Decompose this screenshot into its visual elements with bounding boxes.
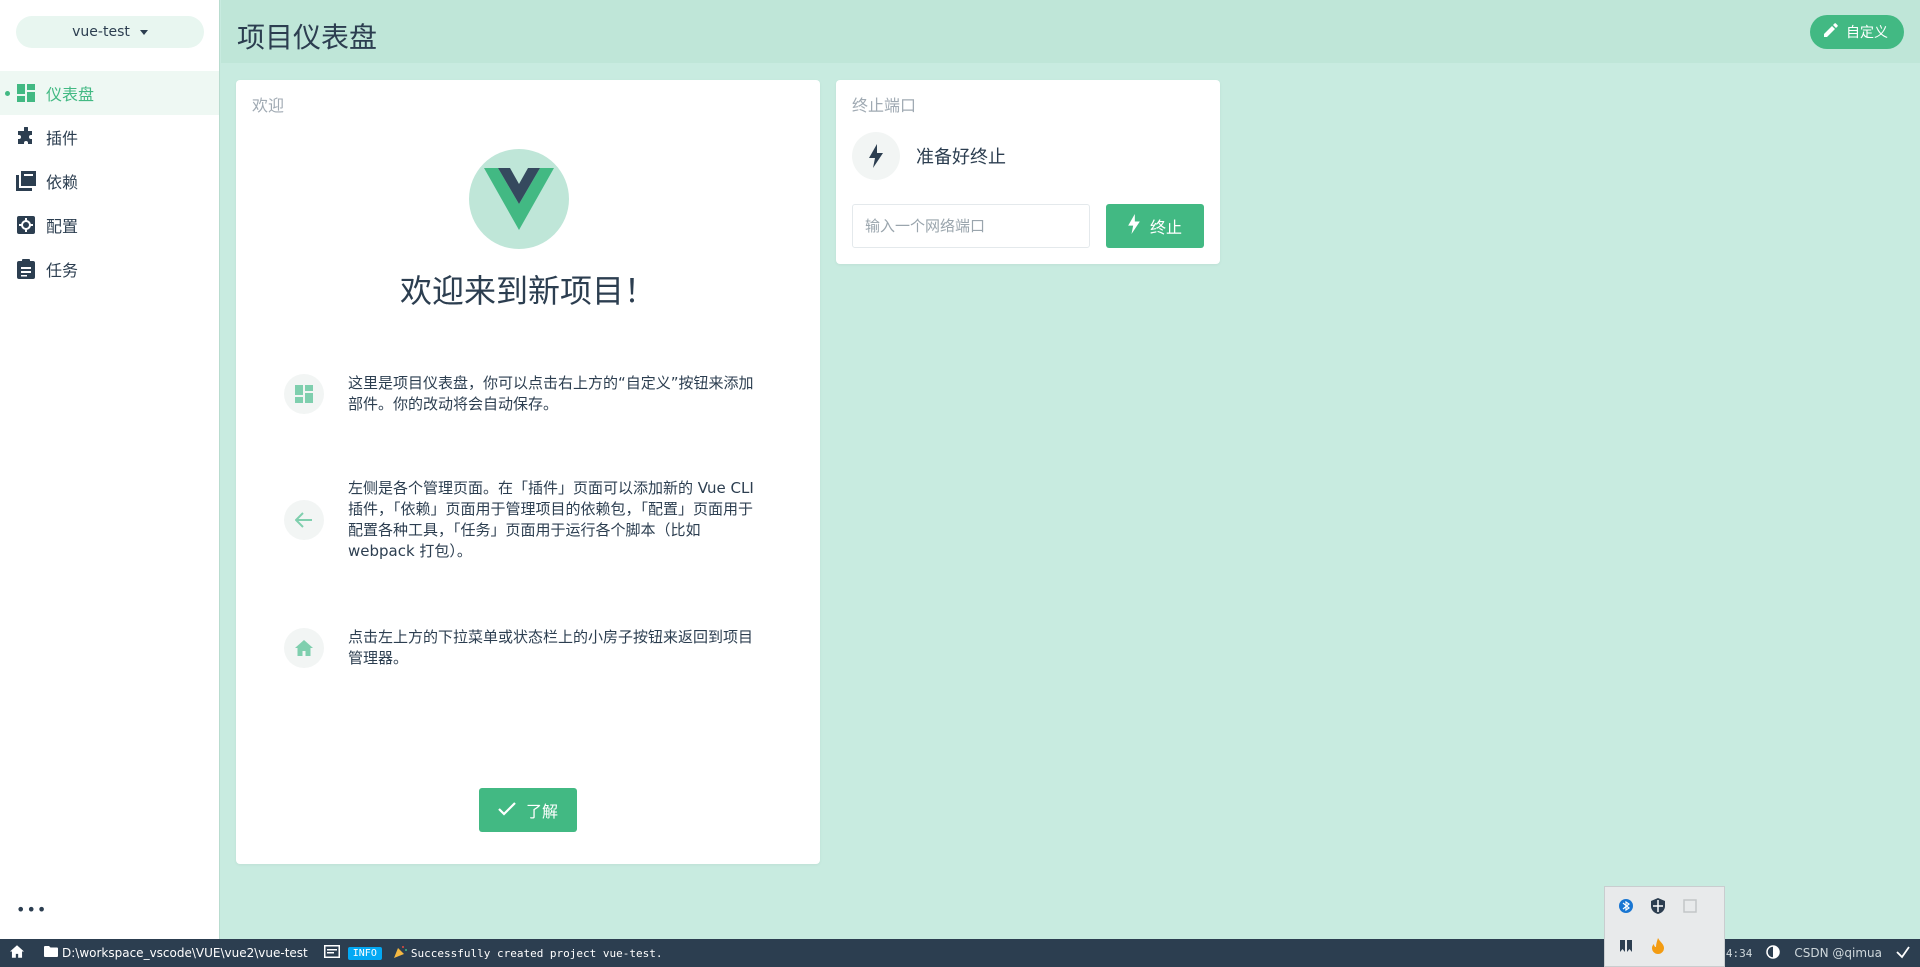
sidebar-item-label: 插件 — [46, 129, 79, 148]
tip-text: 这里是项目仪表盘，你可以点击右上方的“自定义”按钮来添加部件。你的改动将会自动保… — [348, 374, 754, 413]
party-icon — [393, 945, 407, 961]
welcome-card-title: 欢迎 — [252, 96, 285, 115]
dashboard-icon — [16, 83, 36, 103]
sidebar-item-label: 依赖 — [46, 173, 79, 192]
system-tray-popup — [1604, 886, 1725, 967]
folder-icon — [44, 946, 58, 960]
sidebar-item-config[interactable]: 配置 — [0, 203, 219, 247]
dark-mode-toggle-icon[interactable] — [1766, 944, 1781, 962]
customize-button[interactable]: 自定义 — [1810, 15, 1904, 49]
home-button[interactable] — [0, 939, 30, 967]
log-toggle[interactable]: INFO Successfully created project vue-te… — [314, 939, 669, 967]
tip-text: 点击左上方的下拉菜单或状态栏上的小房子按钮来返回到项目管理器。 — [348, 628, 754, 667]
kill-status-text: 准备好终止 — [916, 147, 1006, 168]
tip-dashboard: 这里是项目仪表盘，你可以点击右上方的“自定义”按钮来添加部件。你的改动将会自动保… — [284, 373, 764, 415]
tip-sidebar: 左侧是各个管理页面。在「插件」页面可以添加新的 Vue CLI 插件，「依赖」页… — [284, 478, 764, 562]
clipboard-icon — [16, 259, 36, 279]
welcome-heading: 欢迎来到新项目！ — [399, 272, 656, 310]
project-path[interactable]: D:\workspace_vscode\VUE\vue2\vue-test — [30, 939, 314, 967]
kill-button[interactable]: 终止 — [1106, 204, 1204, 248]
customize-label: 自定义 — [1846, 25, 1888, 41]
sidebar-item-label: 配置 — [46, 217, 79, 236]
lightning-icon — [1128, 214, 1140, 238]
status-bar-right: 16:54:34 CSDN @qimua — [1699, 939, 1920, 967]
home-icon — [284, 628, 324, 668]
active-indicator — [5, 91, 10, 96]
message-icon — [323, 945, 340, 961]
dashboard-icon — [284, 374, 324, 414]
flame-icon[interactable] — [1647, 935, 1669, 957]
kill-port-card-title: 终止端口 — [852, 96, 917, 115]
bookmark-icon[interactable] — [1615, 935, 1637, 957]
bug-icon[interactable] — [1896, 945, 1910, 962]
log-message: Successfully created project vue-test. — [410, 946, 663, 960]
watermark: CSDN @qimua — [1794, 946, 1882, 960]
more-menu-button[interactable]: ••• — [16, 900, 47, 919]
sidebar: vue-test 仪表盘 插件 依赖 配置 任务 ••• — [0, 0, 220, 939]
pencil-icon — [1824, 23, 1838, 41]
sidebar-item-plugins[interactable]: 插件 — [0, 115, 219, 159]
kill-label: 终止 — [1149, 218, 1182, 237]
library-icon — [16, 171, 36, 191]
log-level-badge: INFO — [347, 946, 382, 960]
got-it-label: 了解 — [525, 802, 558, 821]
chevron-down-icon — [139, 29, 148, 35]
lightning-icon — [852, 132, 900, 180]
port-input[interactable] — [852, 204, 1090, 248]
home-icon — [10, 945, 24, 961]
check-icon — [498, 801, 516, 820]
welcome-widget: 欢迎 欢迎来到新项目！ 这里是项目仪表盘，你可以点击右上方的“自定义”按钮来添加… — [236, 80, 820, 864]
kill-port-widget: 终止端口 准备好终止 终止 — [836, 80, 1220, 264]
sidebar-nav: 仪表盘 插件 依赖 配置 任务 — [0, 71, 219, 291]
arrow-left-icon — [284, 500, 324, 540]
vue-logo-icon — [469, 149, 569, 249]
shield-icon[interactable] — [1647, 895, 1669, 917]
sidebar-item-dependencies[interactable]: 依赖 — [0, 159, 219, 203]
bluetooth-icon[interactable] — [1615, 895, 1637, 917]
top-bar: 项目仪表盘 自定义 — [221, 0, 1920, 63]
settings-icon — [16, 215, 36, 235]
project-selector[interactable]: vue-test — [16, 16, 204, 48]
kill-status: 准备好终止 — [852, 132, 1006, 180]
sidebar-item-label: 仪表盘 — [46, 85, 95, 104]
tip-home: 点击左上方的下拉菜单或状态栏上的小房子按钮来返回到项目管理器。 — [284, 627, 764, 669]
project-name: vue-test — [72, 24, 130, 40]
sidebar-item-label: 任务 — [46, 261, 79, 280]
project-path-text: D:\workspace_vscode\VUE\vue2\vue-test — [62, 946, 308, 960]
sidebar-item-tasks[interactable]: 任务 — [0, 247, 219, 291]
puzzle-icon — [16, 127, 36, 147]
page-title: 项目仪表盘 — [237, 21, 378, 54]
got-it-button[interactable]: 了解 — [479, 788, 577, 832]
tip-text: 左侧是各个管理页面。在「插件」页面可以添加新的 Vue CLI 插件，「依赖」页… — [348, 479, 754, 560]
window-icon[interactable] — [1679, 895, 1701, 917]
sidebar-item-dashboard[interactable]: 仪表盘 — [0, 71, 219, 115]
